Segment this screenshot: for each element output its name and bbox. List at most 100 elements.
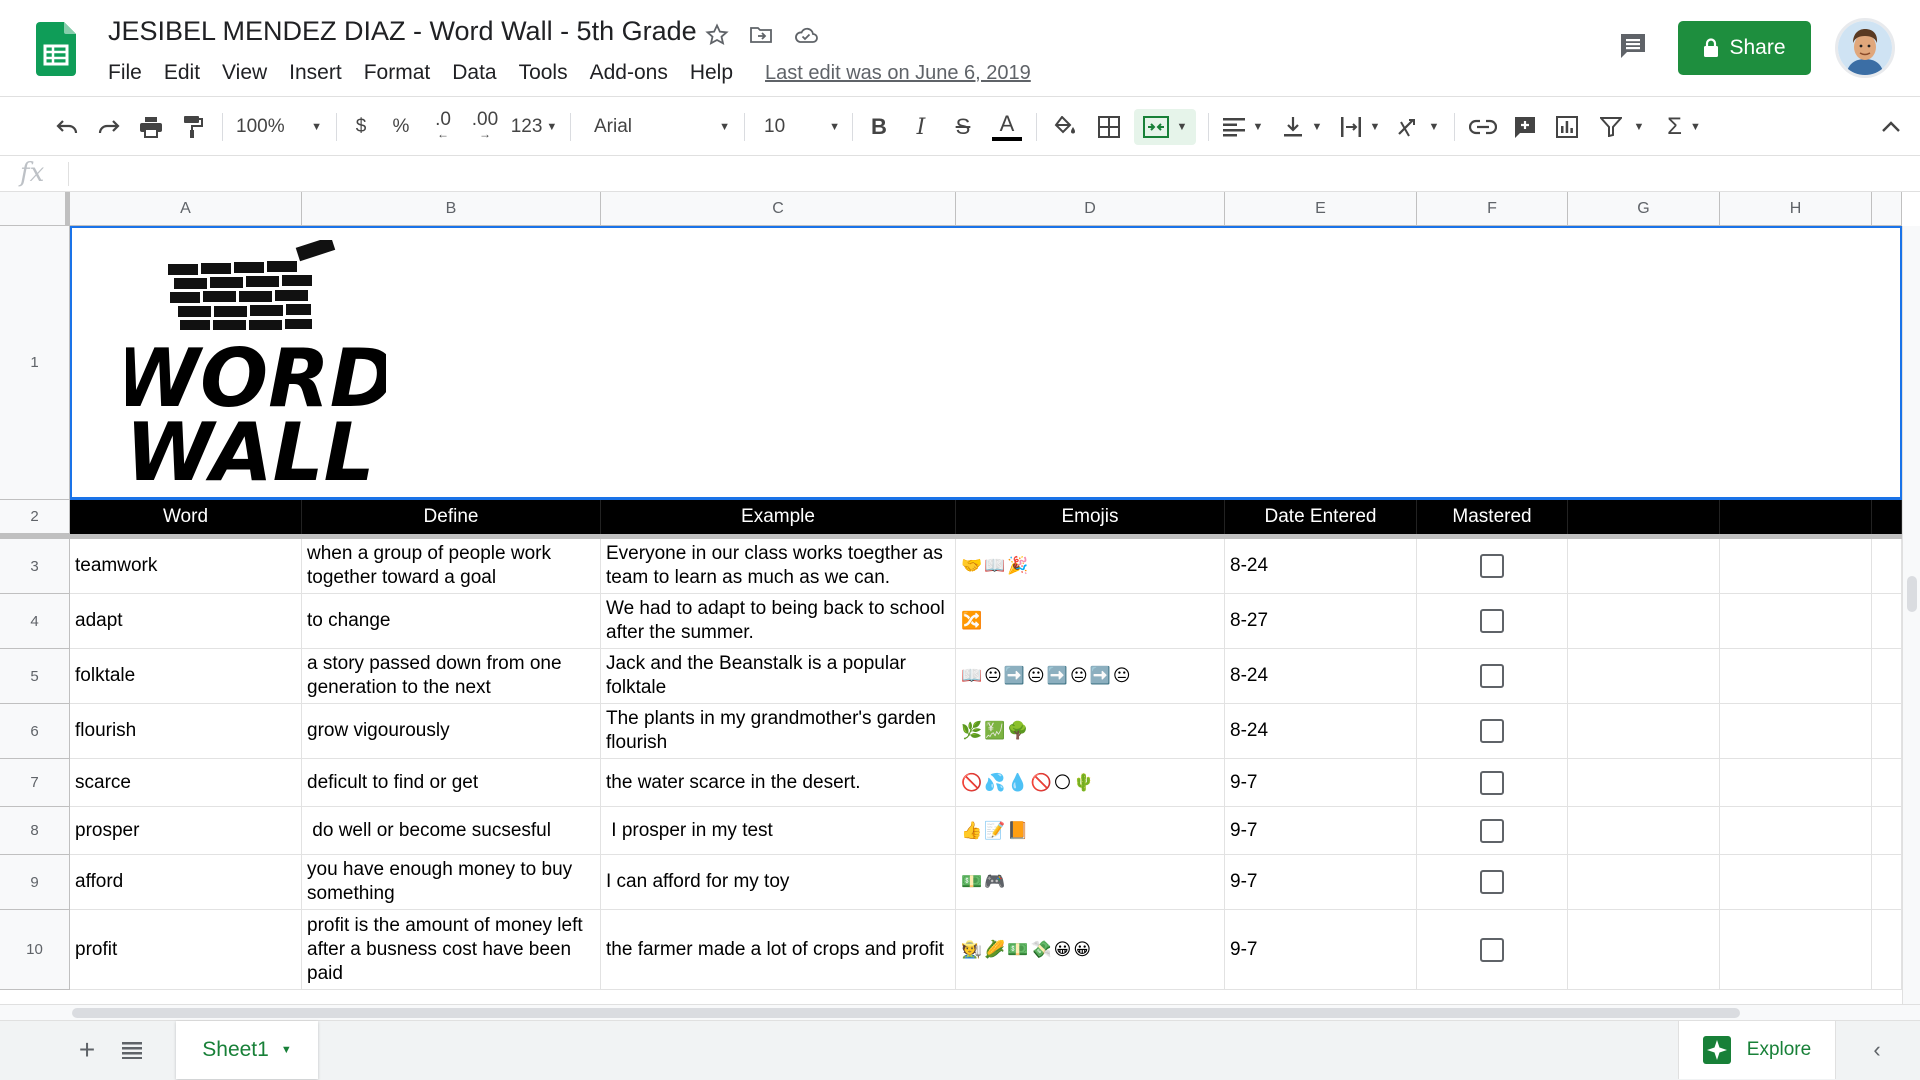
- cell-mastered[interactable]: [1417, 910, 1568, 990]
- paint-format-icon[interactable]: [176, 109, 210, 145]
- row-header-6[interactable]: 6: [0, 704, 70, 759]
- strikethrough-icon[interactable]: S: [948, 109, 978, 145]
- cell-define[interactable]: you have enough money to buy something: [302, 855, 601, 910]
- cell-example[interactable]: I can afford for my toy: [601, 855, 956, 910]
- header-mastered[interactable]: Mastered: [1417, 500, 1568, 534]
- merge-cells-button[interactable]: ▼: [1134, 109, 1196, 145]
- last-edit-link[interactable]: Last edit was on June 6, 2019: [765, 62, 1031, 85]
- undo-icon[interactable]: [50, 109, 84, 145]
- cell-emojis[interactable]: 🤝📖🎉: [956, 539, 1225, 594]
- cell-define[interactable]: profit is the amount of money left after…: [302, 910, 601, 990]
- cell-overflow[interactable]: [1872, 649, 1902, 704]
- cell-g[interactable]: [1568, 704, 1720, 759]
- row-header-8[interactable]: 8: [0, 807, 70, 855]
- cell-word[interactable]: scarce: [70, 759, 302, 807]
- decrease-decimal-button[interactable]: .0 ←: [426, 109, 460, 145]
- mastered-checkbox[interactable]: [1480, 937, 1504, 962]
- cell-h[interactable]: [1720, 594, 1872, 649]
- bold-icon[interactable]: B: [864, 109, 894, 145]
- mastered-checkbox[interactable]: [1480, 870, 1504, 894]
- column-header-a[interactable]: A: [70, 192, 302, 226]
- cell-emojis[interactable]: 💵🎮: [956, 855, 1225, 910]
- avatar[interactable]: [1835, 18, 1895, 78]
- formula-input[interactable]: [78, 156, 1908, 192]
- cell-mastered[interactable]: [1417, 594, 1568, 649]
- text-rotation-button[interactable]: ▼: [1394, 109, 1442, 145]
- menu-tools[interactable]: Tools: [519, 61, 568, 85]
- menu-data[interactable]: Data: [452, 61, 496, 85]
- cell-overflow[interactable]: [1872, 910, 1902, 990]
- menu-help[interactable]: Help: [690, 61, 733, 85]
- cell-word[interactable]: adapt: [70, 594, 302, 649]
- cell-date[interactable]: 9-7: [1225, 807, 1417, 855]
- vertical-align-button[interactable]: ▼: [1278, 109, 1326, 145]
- header-date-entered[interactable]: Date Entered: [1225, 500, 1417, 534]
- cell-g[interactable]: [1568, 649, 1720, 704]
- column-header-e[interactable]: E: [1225, 192, 1417, 226]
- cell-mastered[interactable]: [1417, 649, 1568, 704]
- cell-date[interactable]: 8-27: [1225, 594, 1417, 649]
- cell-mastered[interactable]: [1417, 759, 1568, 807]
- cell-h[interactable]: [1720, 910, 1872, 990]
- menu-view[interactable]: View: [222, 61, 267, 85]
- cell-define[interactable]: when a group of people work together tow…: [302, 539, 601, 594]
- cell-emojis[interactable]: 🔀: [956, 594, 1225, 649]
- header-define[interactable]: Define: [302, 500, 601, 534]
- comments-icon[interactable]: [1615, 28, 1651, 64]
- mastered-checkbox[interactable]: [1480, 818, 1504, 843]
- cell-g[interactable]: [1568, 807, 1720, 855]
- cell-mastered[interactable]: [1417, 539, 1568, 594]
- cell-mastered[interactable]: [1417, 704, 1568, 759]
- functions-button[interactable]: Σ ▼: [1660, 109, 1708, 145]
- cell-example[interactable]: The plants in my grandmother's garden fl…: [601, 704, 956, 759]
- header-h[interactable]: [1720, 500, 1872, 534]
- cloud-status-icon[interactable]: [791, 20, 821, 50]
- font-family-select[interactable]: Arial ▼: [594, 109, 730, 145]
- cell-word[interactable]: folktale: [70, 649, 302, 704]
- move-folder-icon[interactable]: [746, 20, 776, 50]
- font-size-select[interactable]: 10 ▼: [764, 109, 840, 145]
- all-sheets-menu-icon[interactable]: [117, 1035, 147, 1065]
- percent-format-button[interactable]: %: [386, 109, 416, 145]
- header-emojis[interactable]: Emojis: [956, 500, 1225, 534]
- column-header-b[interactable]: B: [302, 192, 601, 226]
- cell-h[interactable]: [1720, 704, 1872, 759]
- cell-h[interactable]: [1720, 855, 1872, 910]
- sheets-logo-icon[interactable]: [36, 22, 76, 76]
- column-header-c[interactable]: C: [601, 192, 956, 226]
- cell-g[interactable]: [1568, 855, 1720, 910]
- menu-add-ons[interactable]: Add-ons: [590, 61, 668, 85]
- row-header-1[interactable]: 1: [0, 226, 70, 500]
- document-title[interactable]: JESIBEL MENDEZ DIAZ - Word Wall - 5th Gr…: [108, 16, 697, 47]
- row-header-7[interactable]: 7: [0, 759, 70, 807]
- print-icon[interactable]: [134, 109, 168, 145]
- cell-word[interactable]: afford: [70, 855, 302, 910]
- cell-overflow[interactable]: [1872, 704, 1902, 759]
- insert-comment-icon[interactable]: [1508, 109, 1542, 145]
- mastered-checkbox[interactable]: [1480, 664, 1504, 688]
- row-header-5[interactable]: 5: [0, 649, 70, 704]
- cell-h[interactable]: [1720, 759, 1872, 807]
- cell-g[interactable]: [1568, 759, 1720, 807]
- menu-insert[interactable]: Insert: [289, 61, 342, 85]
- cell-word[interactable]: teamwork: [70, 539, 302, 594]
- cell-h[interactable]: [1720, 649, 1872, 704]
- mastered-checkbox[interactable]: [1480, 770, 1504, 795]
- cell-mastered[interactable]: [1417, 855, 1568, 910]
- cell-word[interactable]: prosper: [70, 807, 302, 855]
- mastered-checkbox[interactable]: [1480, 554, 1504, 578]
- column-header-g[interactable]: G: [1568, 192, 1720, 226]
- cell-emojis[interactable]: 🌿💹🌳: [956, 704, 1225, 759]
- filter-button[interactable]: ▼: [1594, 109, 1650, 145]
- column-header-f[interactable]: F: [1417, 192, 1568, 226]
- vertical-scroll-thumb[interactable]: [1907, 576, 1917, 612]
- horizontal-align-button[interactable]: ▼: [1218, 109, 1268, 145]
- header-g[interactable]: [1568, 500, 1720, 534]
- cell-define[interactable]: deficult to find or get: [302, 759, 601, 807]
- vertical-scrollbar[interactable]: [1902, 226, 1920, 1004]
- cell-g[interactable]: [1568, 910, 1720, 990]
- cell-define[interactable]: a story passed down from one generation …: [302, 649, 601, 704]
- zoom-select[interactable]: 100% ▼: [236, 109, 322, 145]
- menu-edit[interactable]: Edit: [164, 61, 200, 85]
- cell-date[interactable]: 9-7: [1225, 855, 1417, 910]
